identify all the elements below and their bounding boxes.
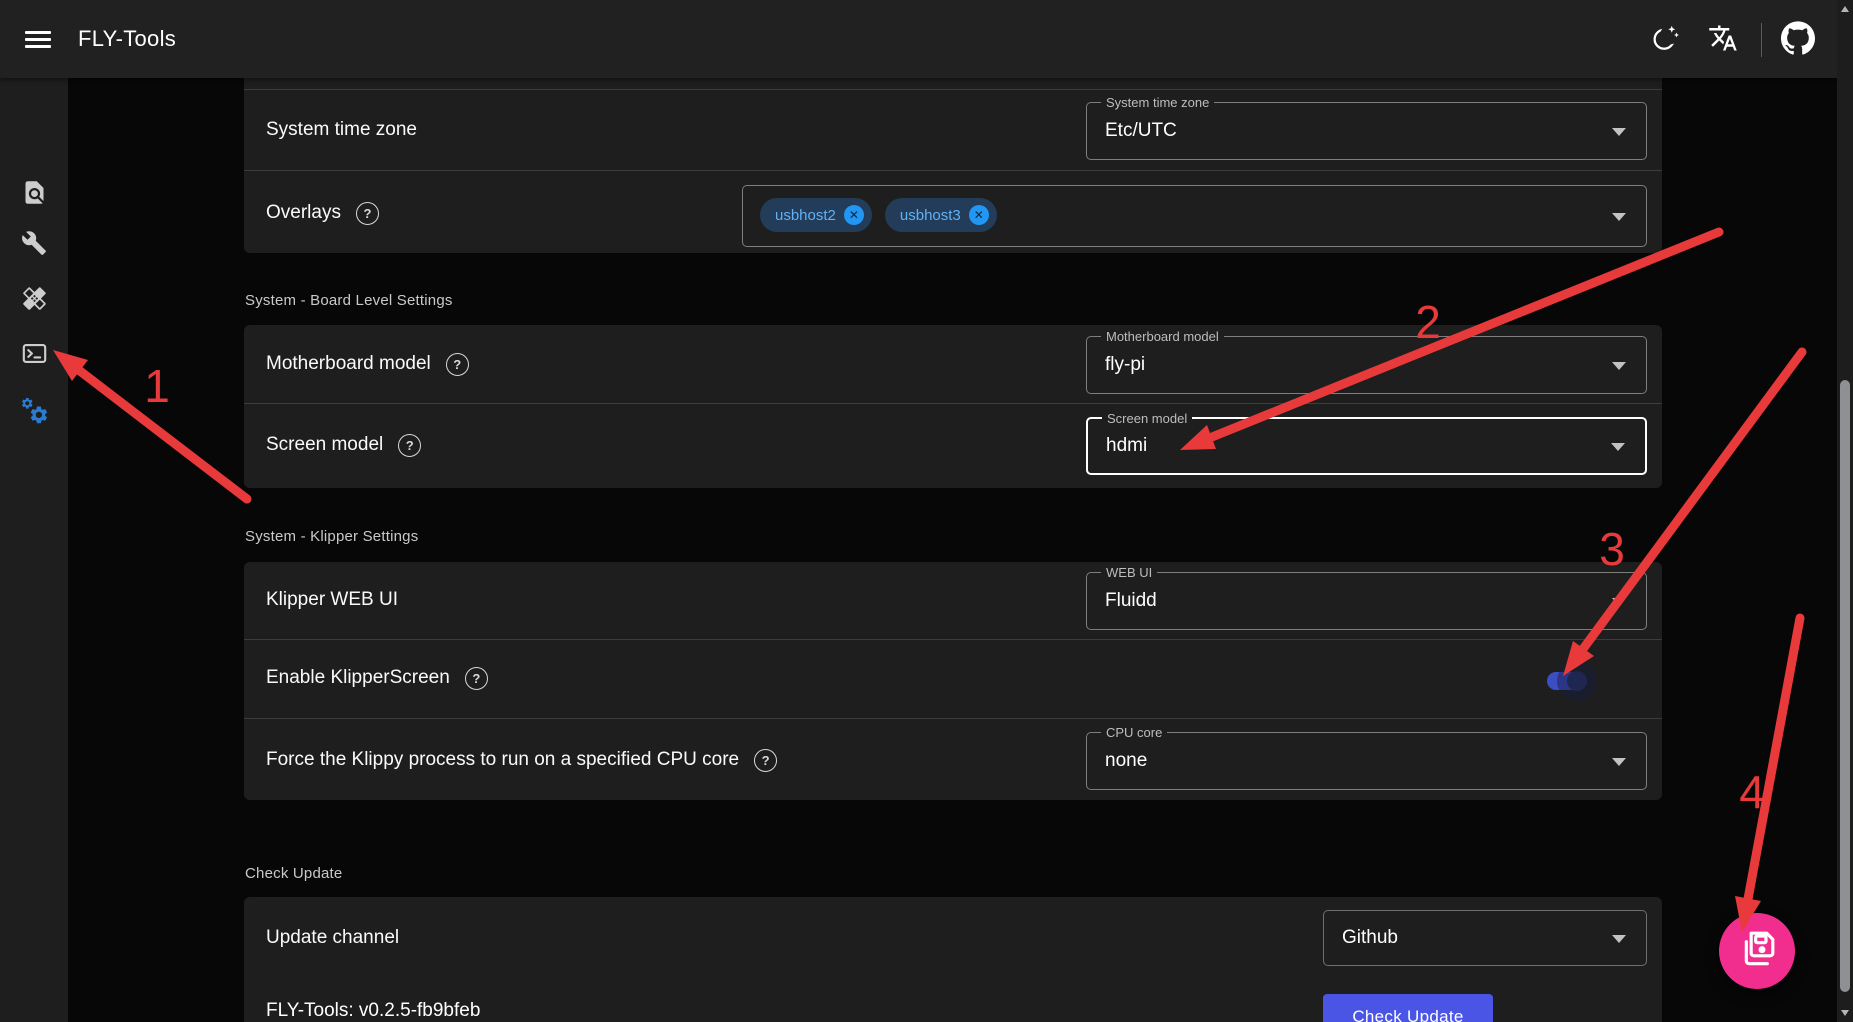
- save-fab-button[interactable]: [1719, 913, 1795, 989]
- moon-stars-icon: [1651, 23, 1681, 58]
- row-label: Update channel: [266, 927, 399, 949]
- sidebar-item-patches[interactable]: [14, 281, 54, 321]
- field-value: Github: [1342, 927, 1398, 949]
- field-value: Fluidd: [1105, 590, 1157, 612]
- scroll-down-icon[interactable]: [1841, 1010, 1849, 1016]
- dark-mode-toggle-button[interactable]: [1646, 20, 1686, 60]
- vertical-scrollbar[interactable]: [1837, 0, 1853, 1022]
- find-in-page-icon: [21, 179, 48, 211]
- field-label: WEB UI: [1101, 565, 1157, 580]
- row-screen-model: Screen model ?: [266, 433, 421, 457]
- row-enable-klipperscreen: Enable KlipperScreen ?: [266, 666, 488, 690]
- klipper-web-ui-select[interactable]: WEB UI Fluidd: [1086, 572, 1647, 630]
- chevron-down-icon[interactable]: [1612, 758, 1626, 766]
- scroll-up-icon[interactable]: [1841, 6, 1849, 12]
- chip-usbhost3[interactable]: usbhost3 ✕: [885, 198, 997, 232]
- left-sidebar: [0, 78, 68, 1022]
- field-value: fly-pi: [1105, 354, 1145, 376]
- help-icon[interactable]: ?: [754, 749, 777, 772]
- annotation-number-4: 4: [1739, 766, 1765, 818]
- translate-button[interactable]: [1703, 20, 1743, 60]
- overlay-chips: usbhost2 ✕ usbhost3 ✕: [760, 198, 997, 232]
- chip-label: usbhost2: [775, 207, 836, 224]
- toolbar-divider: [1761, 23, 1762, 57]
- row-overlays: Overlays ?: [266, 201, 379, 225]
- row-label: System time zone: [266, 119, 417, 141]
- annotation-arrow-1: [80, 371, 247, 499]
- chevron-down-icon[interactable]: [1612, 128, 1626, 136]
- scrollbar-thumb[interactable]: [1840, 380, 1850, 992]
- check-update-button[interactable]: Check Update: [1323, 994, 1493, 1022]
- chip-usbhost2[interactable]: usbhost2 ✕: [760, 198, 872, 232]
- system-time-zone-select[interactable]: System time zone Etc/UTC: [1086, 102, 1647, 160]
- row-label: Screen model: [266, 434, 383, 456]
- help-icon[interactable]: ?: [446, 353, 469, 376]
- translate-icon: [1708, 23, 1738, 58]
- section-heading-check-update: Check Update: [245, 865, 342, 882]
- save-all-icon: [1737, 929, 1777, 974]
- annotation-number-1: 1: [144, 360, 170, 412]
- terminal-icon: [21, 340, 48, 372]
- settings-gears-icon: [20, 396, 49, 430]
- settings-group-general: System time zone System time zone Etc/UT…: [244, 78, 1662, 253]
- cpu-core-select[interactable]: CPU core none: [1086, 732, 1647, 790]
- github-icon: [1781, 21, 1815, 60]
- row-label: Klipper WEB UI: [266, 589, 398, 611]
- klipperscreen-toggle-thumb[interactable]: [1567, 671, 1587, 691]
- row-label: Overlays: [266, 202, 341, 224]
- help-icon[interactable]: ?: [398, 434, 421, 457]
- chip-close-icon[interactable]: ✕: [969, 205, 989, 225]
- settings-group-board-level: Motherboard model ? Motherboard model fl…: [244, 325, 1662, 488]
- chevron-down-icon[interactable]: [1612, 598, 1626, 606]
- row-update-channel: Update channel: [266, 926, 399, 950]
- chip-label: usbhost3: [900, 207, 961, 224]
- settings-group-check-update: Update channel Github FLY-Tools: v0.2.5-…: [244, 897, 1662, 1022]
- field-label: Screen model: [1102, 411, 1192, 426]
- field-value: hdmi: [1106, 435, 1147, 457]
- sidebar-item-settings[interactable]: [14, 393, 54, 433]
- update-channel-select[interactable]: Github: [1323, 910, 1647, 966]
- help-icon[interactable]: ?: [465, 667, 488, 690]
- chevron-down-icon[interactable]: [1612, 935, 1626, 943]
- row-label: Motherboard model: [266, 353, 431, 375]
- sidebar-item-find-in-page[interactable]: [14, 175, 54, 215]
- row-label: Enable KlipperScreen: [266, 667, 450, 689]
- healing-icon: [21, 285, 48, 317]
- field-label: CPU core: [1101, 725, 1167, 740]
- menu-icon[interactable]: [25, 27, 51, 51]
- field-label: System time zone: [1101, 95, 1214, 110]
- wrench-icon: [21, 230, 47, 261]
- chevron-down-icon[interactable]: [1612, 213, 1626, 221]
- row-system-time-zone: System time zone: [266, 118, 417, 142]
- help-icon[interactable]: ?: [356, 202, 379, 225]
- github-link-button[interactable]: [1778, 20, 1818, 60]
- chip-close-icon[interactable]: ✕: [844, 205, 864, 225]
- row-label: Force the Klippy process to run on a spe…: [266, 749, 739, 771]
- screen-model-select[interactable]: Screen model hdmi: [1086, 417, 1647, 475]
- app-window: FLY-Tools: [0, 0, 1853, 1022]
- row-klippy-cpu-core: Force the Klippy process to run on a spe…: [266, 748, 777, 772]
- row-motherboard-model: Motherboard model ?: [266, 352, 469, 376]
- section-heading-klipper: System - Klipper Settings: [245, 528, 418, 545]
- field-value: Etc/UTC: [1105, 120, 1177, 142]
- sidebar-item-tools[interactable]: [14, 225, 54, 265]
- settings-group-klipper: Klipper WEB UI WEB UI Fluidd Enable Klip…: [244, 562, 1662, 800]
- motherboard-model-select[interactable]: Motherboard model fly-pi: [1086, 336, 1647, 394]
- row-klipper-web-ui: Klipper WEB UI: [266, 588, 398, 612]
- chevron-down-icon[interactable]: [1611, 443, 1625, 451]
- field-value: none: [1105, 750, 1147, 772]
- annotation-arrow-4: [1748, 618, 1800, 899]
- chevron-down-icon[interactable]: [1612, 362, 1626, 370]
- version-text: FLY-Tools: v0.2.5-fb9bfeb: [266, 1000, 480, 1022]
- sidebar-item-terminal[interactable]: [14, 336, 54, 376]
- page-title: FLY-Tools: [78, 0, 176, 78]
- top-app-bar: FLY-Tools: [0, 0, 1853, 78]
- section-heading-board-level: System - Board Level Settings: [245, 292, 453, 309]
- field-label: Motherboard model: [1101, 329, 1224, 344]
